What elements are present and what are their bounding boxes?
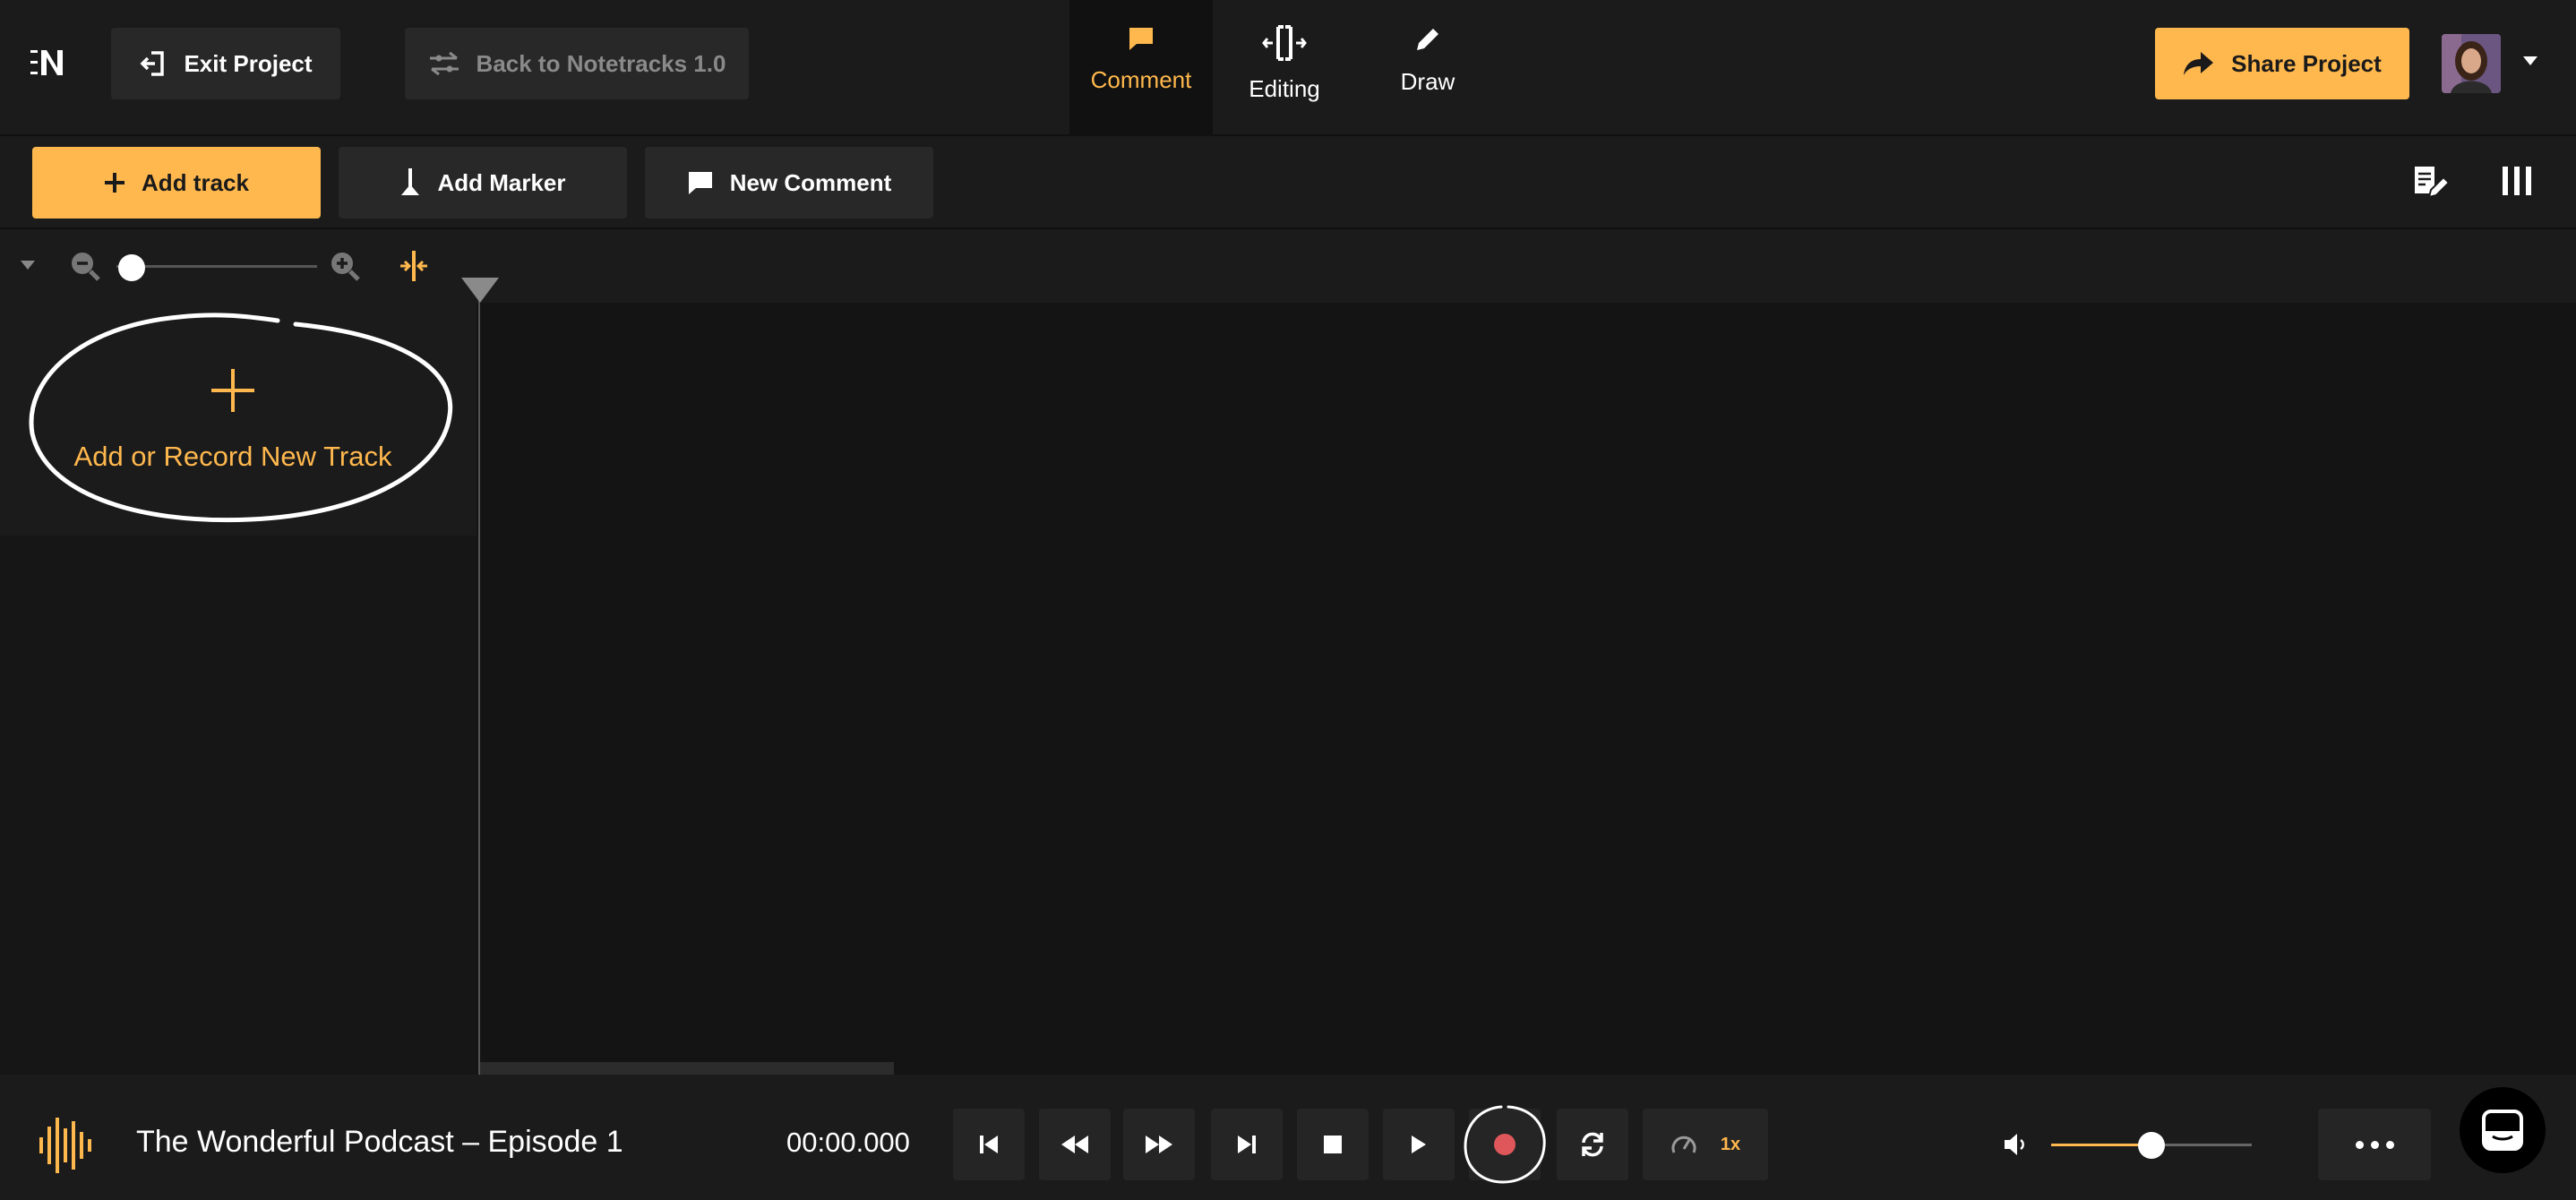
edit-notes-icon[interactable]	[2413, 165, 2449, 201]
top-bar: Exit Project Back to Notetracks 1.0 Comm…	[0, 0, 2576, 136]
waveform-icon	[39, 1116, 91, 1175]
playhead-handle-icon[interactable]	[461, 278, 499, 303]
exit-project-button[interactable]: Exit Project	[111, 28, 340, 99]
tab-draw[interactable]: Draw	[1356, 0, 1499, 136]
volume-icon[interactable]	[2003, 1132, 2028, 1157]
stop-button[interactable]	[1297, 1109, 1369, 1180]
more-dot-icon	[2370, 1140, 2379, 1149]
share-project-button[interactable]: Share Project	[2155, 28, 2409, 99]
marker-icon	[399, 168, 421, 197]
more-dot-icon	[2355, 1140, 2364, 1149]
more-options-button[interactable]	[2318, 1109, 2431, 1180]
skip-forward-icon	[1236, 1134, 1258, 1155]
podcast-title: The Wonderful Podcast – Episode 1	[136, 1125, 623, 1159]
skip-to-end-button[interactable]	[1211, 1109, 1283, 1180]
back-to-notetracks-label: Back to Notetracks 1.0	[476, 49, 726, 77]
add-track-label: Add track	[142, 168, 249, 196]
add-marker-button[interactable]: Add Marker	[339, 147, 627, 219]
playback-speed-button[interactable]: 1x	[1643, 1109, 1768, 1180]
exit-project-label: Exit Project	[184, 49, 313, 77]
zoom-slider-track[interactable]	[116, 265, 317, 268]
volume-slider-fill	[2051, 1144, 2151, 1146]
notetracks-logo[interactable]	[30, 45, 66, 81]
rewind-button[interactable]	[1039, 1109, 1111, 1180]
tab-draw-label: Draw	[1400, 68, 1455, 95]
back-to-notetracks-button[interactable]: Back to Notetracks 1.0	[405, 28, 749, 99]
timecode: 00:00.000	[786, 1127, 910, 1158]
exit-icon	[139, 49, 167, 78]
new-comment-button[interactable]: New Comment	[645, 147, 933, 219]
add-marker-label: Add Marker	[437, 168, 566, 196]
loop-icon	[1578, 1130, 1607, 1159]
columns-view-icon[interactable]	[2501, 165, 2533, 197]
trim-icon	[1262, 25, 1307, 61]
add-track-prompt: Add or Record New Track	[73, 441, 392, 472]
skip-back-icon	[978, 1134, 1000, 1155]
hand-drawn-circle-icon	[29, 313, 453, 523]
record-button[interactable]	[1464, 1105, 1546, 1184]
toolbar: Add track Add Marker New Comment	[0, 136, 2576, 229]
playback-speed-value: 1x	[1720, 1134, 1741, 1154]
support-chat-button[interactable]	[2460, 1087, 2546, 1173]
add-track-button[interactable]: Add track	[32, 147, 321, 219]
fast-forward-icon	[1145, 1135, 1173, 1154]
tab-comment-label: Comment	[1090, 66, 1192, 93]
play-button[interactable]	[1383, 1109, 1455, 1180]
user-avatar[interactable]	[2442, 34, 2501, 93]
speedometer-icon	[1670, 1133, 1697, 1156]
tab-editing-label: Editing	[1249, 75, 1320, 102]
new-comment-label: New Comment	[729, 168, 892, 196]
plus-icon	[104, 172, 125, 193]
zoom-row	[0, 229, 2576, 303]
chat-icon	[2482, 1110, 2523, 1151]
share-project-label: Share Project	[2231, 49, 2382, 77]
tab-editing[interactable]: Editing	[1213, 0, 1356, 136]
plus-icon	[210, 367, 256, 414]
skip-to-start-button[interactable]	[953, 1109, 1025, 1180]
swap-icon	[428, 50, 460, 77]
stop-icon	[1324, 1136, 1342, 1153]
track-panel: Add or Record New Track	[0, 303, 477, 1075]
account-menu-caret-icon[interactable]	[2522, 56, 2538, 66]
hand-drawn-circle-icon	[1464, 1105, 1546, 1184]
pencil-icon	[1413, 25, 1442, 54]
timeline-scrollbar[interactable]	[480, 1062, 894, 1075]
comment-icon	[1128, 25, 1155, 52]
share-arrow-icon	[2183, 50, 2215, 77]
comment-icon	[687, 169, 714, 196]
collapse-tracks-caret-icon[interactable]	[20, 260, 36, 270]
loop-button[interactable]	[1557, 1109, 1628, 1180]
zoom-in-icon[interactable]	[330, 251, 360, 281]
play-icon	[1411, 1135, 1427, 1154]
fast-forward-button[interactable]	[1123, 1109, 1195, 1180]
tab-comment[interactable]: Comment	[1069, 0, 1213, 136]
zoom-slider-thumb[interactable]	[118, 254, 145, 281]
more-dot-icon	[2385, 1140, 2394, 1149]
fit-to-view-icon[interactable]	[399, 251, 428, 281]
add-or-record-track-area[interactable]: Add or Record New Track	[0, 303, 477, 536]
zoom-out-icon[interactable]	[70, 251, 100, 281]
rewind-icon	[1060, 1135, 1089, 1154]
playhead[interactable]	[478, 287, 480, 1075]
volume-slider-thumb[interactable]	[2138, 1132, 2165, 1159]
timeline-area[interactable]	[478, 303, 2576, 1075]
